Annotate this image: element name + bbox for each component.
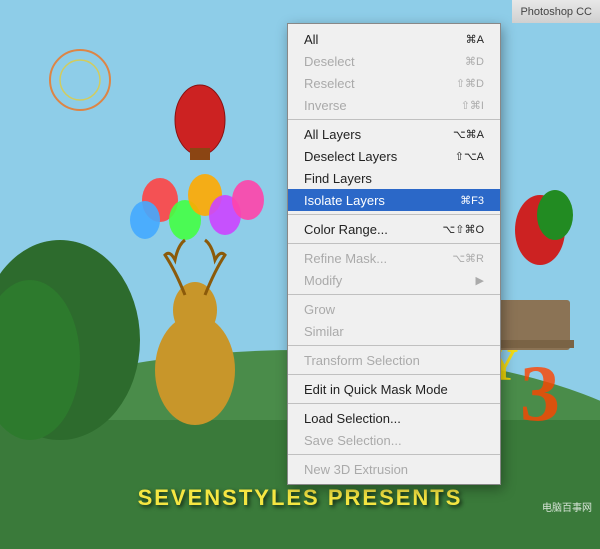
menu-item-deselect_layers[interactable]: Deselect Layers ⇧⌥A (288, 145, 500, 167)
menu-item-edit_quick_mask[interactable]: Edit in Quick Mask Mode (288, 378, 500, 400)
menu-item-label-color_range: Color Range... (304, 222, 388, 237)
photoshop-ui: 3 LY SEVENSTYLES PRESENTS 电脑百事网 Ps File … (0, 0, 600, 549)
menu-item-shortcut-reselect: ⇧⌘D (456, 77, 484, 90)
menu-item-color_range[interactable]: Color Range... ⌥⇧⌘O (288, 218, 500, 240)
menu-item-refine_mask: Refine Mask... ⌥⌘R (288, 247, 500, 269)
menu-item-shortcut-refine_mask: ⌥⌘R (452, 252, 484, 265)
menu-item-label-reselect: Reselect (304, 76, 355, 91)
menu-item-transform_selection: Transform Selection (288, 349, 500, 371)
menu-item-label-modify: Modify (304, 273, 342, 288)
menu-item-label-all: All (304, 32, 318, 47)
menu-item-label-deselect: Deselect (304, 54, 355, 69)
menu-item-shortcut-color_range: ⌥⇧⌘O (443, 223, 484, 236)
menu-item-new_3d_extrusion: New 3D Extrusion (288, 458, 500, 480)
menu-item-isolate_layers[interactable]: Isolate Layers ⌘F3 (288, 189, 500, 211)
canvas-bottom-text: SEVENSTYLES PRESENTS (138, 485, 463, 511)
menu-item-label-find_layers: Find Layers (304, 171, 372, 186)
separator-19 (288, 374, 500, 375)
menu-item-save_selection: Save Selection... (288, 429, 500, 451)
menu-item-label-isolate_layers: Isolate Layers (304, 193, 385, 208)
menu-item-label-save_selection: Save Selection... (304, 433, 402, 448)
menu-item-shortcut-isolate_layers: ⌘F3 (460, 194, 484, 207)
separator-17 (288, 345, 500, 346)
menu-item-shortcut-modify: ▶ (476, 274, 484, 287)
menu-item-reselect: Reselect ⇧⌘D (288, 72, 500, 94)
menu-item-all_layers[interactable]: All Layers ⌥⌘A (288, 123, 500, 145)
menu-item-grow: Grow (288, 298, 500, 320)
menu-item-shortcut-inverse: ⇧⌘I (461, 99, 484, 112)
menu-item-label-all_layers: All Layers (304, 127, 361, 142)
menu-item-shortcut-all: ⌘A (466, 33, 484, 46)
menu-item-label-grow: Grow (304, 302, 335, 317)
separator-21 (288, 403, 500, 404)
menu-item-all[interactable]: All ⌘A (288, 28, 500, 50)
menu-item-label-edit_quick_mask: Edit in Quick Mask Mode (304, 382, 448, 397)
select-menu-dropdown: All ⌘A Deselect ⌘D Reselect ⇧⌘D Inverse ⇧⌘I All … (287, 23, 501, 485)
menu-item-modify: Modify ▶ (288, 269, 500, 291)
separator-4 (288, 119, 500, 120)
menu-item-label-refine_mask: Refine Mask... (304, 251, 387, 266)
menu-item-label-new_3d_extrusion: New 3D Extrusion (304, 462, 408, 477)
separator-9 (288, 214, 500, 215)
menu-item-shortcut-deselect_layers: ⇧⌥A (455, 150, 484, 163)
separator-11 (288, 243, 500, 244)
menu-item-label-similar: Similar (304, 324, 344, 339)
menu-item-label-load_selection: Load Selection... (304, 411, 401, 426)
app-title: Photoshop CC (512, 0, 600, 23)
menu-item-shortcut-all_layers: ⌥⌘A (453, 128, 484, 141)
separator-14 (288, 294, 500, 295)
menu-item-label-deselect_layers: Deselect Layers (304, 149, 397, 164)
menu-item-label-inverse: Inverse (304, 98, 347, 113)
menu-item-find_layers[interactable]: Find Layers (288, 167, 500, 189)
menu-item-similar: Similar (288, 320, 500, 342)
watermark-text: 电脑百事网 (542, 499, 592, 514)
menu-item-shortcut-deselect: ⌘D (465, 55, 484, 68)
menu-item-label-transform_selection: Transform Selection (304, 353, 420, 368)
separator-24 (288, 454, 500, 455)
menu-item-inverse: Inverse ⇧⌘I (288, 94, 500, 116)
menu-item-deselect: Deselect ⌘D (288, 50, 500, 72)
menu-item-load_selection[interactable]: Load Selection... (288, 407, 500, 429)
svg-text:3: 3 (520, 350, 560, 438)
